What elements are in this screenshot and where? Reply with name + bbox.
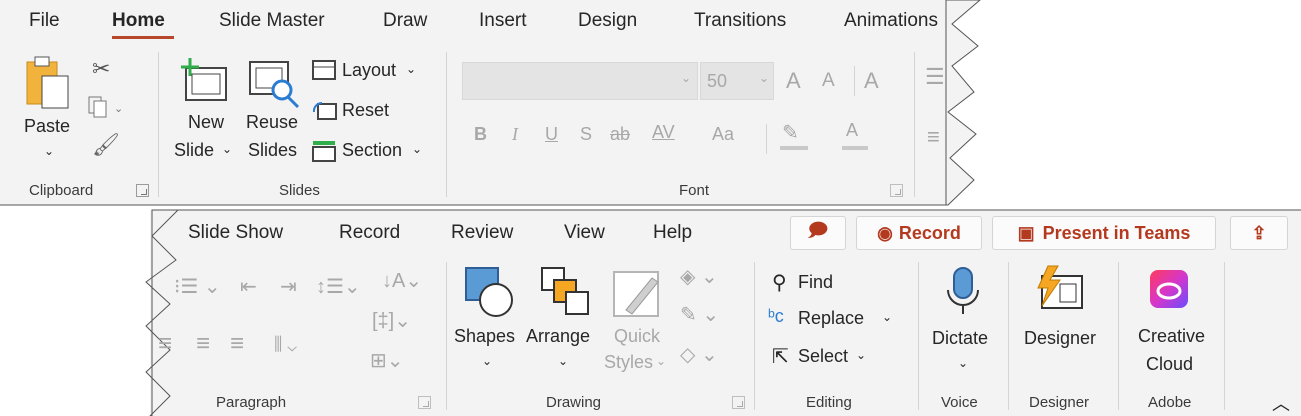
replace-label: Replace [798, 308, 865, 328]
drawing-group-label: Drawing [546, 394, 602, 411]
shapes-label: Shapes [454, 326, 516, 346]
shapes-icon [465, 267, 513, 317]
select-label: Select [798, 346, 849, 366]
replace-button[interactable]: ᵇc Replace ⌄ [768, 306, 898, 332]
quick-styles-button[interactable]: Quick Styles ⌄ [602, 262, 676, 382]
numbering-icon[interactable]: ⁝☰ ⌄ [174, 274, 221, 299]
designer-group-label: Designer [1029, 394, 1090, 411]
cursor-icon: ⇱ [772, 346, 789, 368]
chevron-down-icon: ⌄ [558, 354, 569, 368]
voice-group-label: Voice [941, 394, 978, 411]
designer-label: Designer [1024, 328, 1097, 348]
comments-button[interactable]: 🗩 [790, 216, 846, 250]
tab-review[interactable]: Review [451, 222, 513, 244]
separator [1008, 262, 1009, 410]
line-spacing-icon[interactable]: ↕☰⌄ [316, 274, 361, 299]
paragraph-group-label: Paragraph [216, 394, 287, 411]
present-in-teams-button[interactable]: ▣ Present in Teams [992, 216, 1216, 250]
search-icon: ⚲ [772, 272, 787, 294]
find-button[interactable]: ⚲ Find [772, 270, 862, 296]
creative-cloud-label-2: Cloud [1146, 354, 1194, 374]
editing-group-label: Editing [806, 394, 852, 411]
quick-styles-label-1: Quick [614, 326, 661, 346]
designer-button[interactable]: Designer [1012, 262, 1110, 382]
separator [918, 262, 919, 410]
quick-styles-icon [613, 271, 659, 317]
adobe-group-label: Adobe [1148, 394, 1192, 411]
justify-icon[interactable]: ≡ [230, 330, 244, 358]
separator [754, 262, 755, 410]
record-icon: ◉ [877, 222, 893, 243]
paragraph-dialog-launcher-icon[interactable] [418, 396, 431, 409]
record-button-label: Record [898, 222, 961, 243]
creative-cloud-button[interactable]: Creative Cloud [1126, 262, 1216, 382]
tab-slide-show[interactable]: Slide Show [188, 222, 283, 244]
align-text-icon[interactable]: [‡]⌄ [372, 308, 411, 333]
shape-fill-icon[interactable]: ◈ ⌄ [680, 264, 718, 289]
shapes-button[interactable]: Shapes ⌄ [452, 262, 522, 382]
chevron-down-icon: ⌄ [882, 310, 893, 324]
arrange-label: Arrange [526, 326, 591, 346]
columns-icon[interactable]: ⫼ ⌄ [274, 334, 297, 355]
tab-help[interactable]: Help [653, 222, 692, 244]
share-button[interactable]: ⇪ [1230, 216, 1288, 250]
teams-icon: ▣ [1017, 222, 1035, 243]
align-center-icon[interactable]: ≡ [158, 330, 172, 358]
separator [446, 262, 447, 410]
collapse-ribbon-icon[interactable]: ︿ [1272, 390, 1290, 416]
chevron-down-icon: ⌄ [856, 348, 867, 362]
separator [1224, 262, 1225, 410]
designer-icon [1037, 265, 1083, 309]
select-button[interactable]: ⇱ Select ⌄ [772, 344, 882, 370]
chevron-down-icon: ⌄ [958, 356, 969, 370]
shape-outline-icon[interactable]: ✎ ⌄ [680, 302, 719, 327]
chevron-down-icon: ⌄ [482, 354, 493, 368]
decrease-indent-icon[interactable]: ⇤ [240, 274, 257, 299]
microphone-icon [947, 267, 979, 314]
present-in-teams-label: Present in Teams [1042, 222, 1191, 243]
tab-record[interactable]: Record [339, 222, 400, 244]
dictate-label: Dictate [932, 328, 989, 348]
drawing-dialog-launcher-icon[interactable] [732, 396, 745, 409]
smartart-icon[interactable]: ⊞⌄ [370, 348, 404, 373]
record-button[interactable]: ◉ Record [856, 216, 982, 250]
creative-cloud-label-1: Creative [1138, 326, 1206, 346]
arrange-button[interactable]: Arrange ⌄ [526, 262, 600, 382]
creative-cloud-icon [1150, 270, 1188, 308]
share-icon: ⇪ [1251, 222, 1267, 243]
tab-view[interactable]: View [564, 222, 605, 244]
align-right-icon[interactable]: ≡ [196, 330, 210, 358]
increase-indent-icon[interactable]: ⇥ [280, 274, 297, 299]
quick-styles-label-2: Styles [604, 352, 654, 372]
arrange-icon [541, 267, 589, 315]
comment-icon: 🗩 [808, 220, 828, 240]
replace-icon: ᵇc [768, 306, 784, 326]
separator [1118, 262, 1119, 410]
shape-effects-icon[interactable]: ◇ ⌄ [680, 342, 718, 367]
chevron-down-icon: ⌄ [656, 354, 667, 368]
dictate-button[interactable]: Dictate ⌄ [926, 262, 1002, 382]
text-direction-icon[interactable]: ↓A⌄ [382, 268, 422, 293]
find-label: Find [798, 272, 834, 292]
